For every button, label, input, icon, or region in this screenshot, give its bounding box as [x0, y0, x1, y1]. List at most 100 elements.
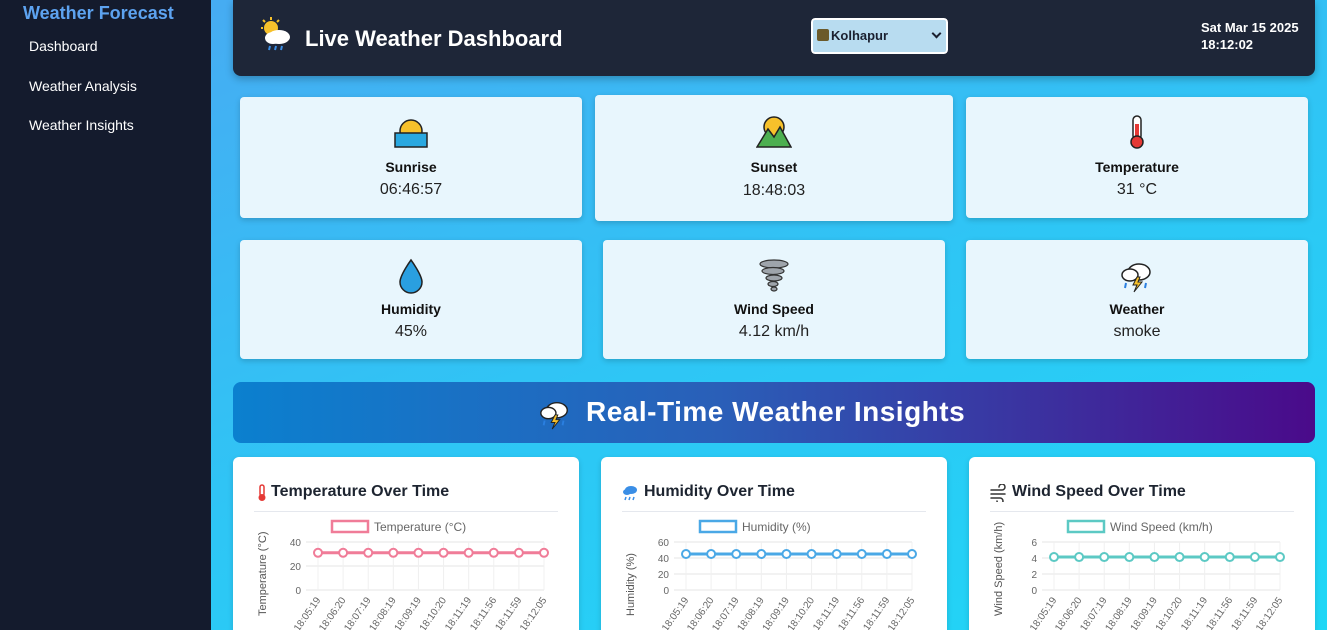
chevron-down-icon — [931, 28, 942, 39]
city-select-value: Kolhapur — [831, 28, 889, 43]
banner-title: Real-Time Weather Insights — [586, 396, 966, 427]
y-axis-label: Humidity (%) — [625, 553, 637, 616]
data-point — [488, 547, 499, 558]
sunrise-card: Sunrise 06:46:57 — [240, 97, 582, 218]
y-axis-label: Wind Speed (km/h) — [993, 522, 1005, 616]
data-point — [756, 549, 767, 559]
chart-title: Temperature Over Time — [271, 483, 450, 500]
legend-label: Wind Speed (km/h) — [1110, 520, 1213, 534]
sidebar: Weather Forecast Dashboard Weather Analy… — [0, 0, 211, 630]
data-point — [1149, 552, 1160, 563]
dashboard-header: Live Weather Dashboard Kolhapur Sat Mar … — [233, 0, 1315, 76]
chart-title: Wind Speed Over Time — [1012, 483, 1186, 500]
wind-speed-card: Wind Speed 4.12 km/h — [603, 240, 945, 359]
data-point — [907, 549, 917, 559]
data-point — [1224, 552, 1235, 563]
y-tick-label: 4 — [1031, 554, 1037, 565]
legend-swatch — [1066, 519, 1106, 534]
y-tick-label: 40 — [290, 538, 302, 549]
data-point — [806, 549, 817, 559]
data-point — [681, 549, 691, 559]
card-value: 45% — [394, 323, 428, 340]
data-point — [1174, 552, 1185, 563]
insights-banner: Real-Time Weather Insights — [233, 382, 1315, 443]
data-point — [539, 547, 549, 558]
data-point — [1249, 552, 1260, 563]
divider — [990, 511, 1294, 512]
card-value: smoke — [1113, 323, 1161, 340]
droplet-icon — [399, 258, 423, 294]
wind-icon — [990, 484, 1006, 502]
data-point — [363, 547, 374, 558]
card-value: 18:48:03 — [742, 182, 806, 199]
card-label: Sunrise — [385, 159, 437, 175]
card-value: 06:46:57 — [379, 181, 443, 198]
x-tick-label: 18:12:05 — [518, 595, 550, 630]
y-tick-label: 0 — [663, 586, 669, 597]
legend-label: Humidity (%) — [742, 520, 811, 534]
data-point — [1275, 552, 1285, 563]
data-point — [413, 547, 424, 558]
data-point — [438, 547, 449, 558]
tornado-icon — [759, 259, 789, 292]
city-select[interactable]: Kolhapur — [810, 17, 949, 55]
storm-cloud-icon — [1121, 263, 1151, 293]
sunrise-icon — [394, 119, 428, 148]
data-point — [338, 547, 349, 558]
card-label: Humidity — [381, 301, 441, 317]
humidity-chart-card: Humidity Over Time Humidity (%) Humidity … — [601, 457, 947, 630]
thermometer-icon — [1130, 115, 1144, 149]
card-label: Temperature — [1095, 159, 1179, 175]
data-point — [463, 547, 474, 558]
y-tick-label: 20 — [658, 570, 670, 581]
brand-title: Weather Forecast — [23, 3, 174, 23]
current-time: 18:12:02 — [1201, 37, 1254, 52]
x-tick-label: 18:12:05 — [886, 595, 918, 630]
data-point — [856, 549, 867, 559]
data-point — [881, 549, 892, 559]
legend-swatch — [698, 519, 738, 534]
x-tick-label: 18:12:05 — [1254, 595, 1286, 630]
chart-title: Humidity Over Time — [644, 483, 795, 500]
data-point — [1049, 552, 1059, 563]
card-label: Wind Speed — [734, 301, 814, 317]
data-point — [313, 547, 323, 558]
current-date: Sat Mar 15 2025 — [1201, 20, 1299, 35]
weather-card: Weather smoke — [966, 240, 1308, 359]
storm-cloud-icon — [540, 401, 568, 430]
data-point — [731, 549, 742, 559]
data-point — [1074, 552, 1085, 563]
card-value: 31 °C — [1116, 181, 1158, 198]
divider — [254, 511, 558, 512]
y-tick-label: 2 — [1031, 570, 1037, 581]
temperature-chart-card: Temperature Over Time Temperature (°C) Te… — [233, 457, 579, 630]
rain-cloud-icon — [623, 486, 637, 501]
temperature-card: Temperature 31 °C — [966, 97, 1308, 218]
data-point — [706, 549, 717, 559]
card-label: Weather — [1109, 301, 1165, 317]
humidity-chart: Humidity (%)Humidity (%) 020406018:05:191… — [625, 519, 918, 630]
y-tick-label: 60 — [658, 538, 670, 549]
data-point — [781, 549, 792, 559]
sidebar-item-weather-insights[interactable]: Weather Insights — [29, 117, 134, 133]
data-point — [1099, 552, 1110, 563]
data-point — [513, 547, 524, 558]
y-tick-label: 0 — [1031, 586, 1037, 597]
city-icon — [817, 29, 829, 41]
data-point — [1199, 552, 1210, 563]
y-axis-label: Temperature (°C) — [257, 532, 269, 616]
y-tick-label: 40 — [658, 554, 670, 565]
sidebar-item-weather-analysis[interactable]: Weather Analysis — [29, 78, 137, 94]
thermometer-icon — [258, 484, 266, 501]
sun-cloud-rain-icon — [261, 17, 290, 51]
temperature-chart: Temperature (°C) Temperature (°C) 0 20 40 18:… — [257, 519, 550, 630]
wind-chart-card: Wind Speed Over Time Wind Speed (km/h) Wi… — [969, 457, 1315, 630]
data-point — [1124, 552, 1135, 563]
card-value: 4.12 km/h — [738, 323, 810, 340]
sidebar-item-dashboard[interactable]: Dashboard — [29, 38, 98, 54]
datetime-display: Sat Mar 15 2025 18:12:02 — [1201, 19, 1299, 53]
y-tick-label: 0 — [295, 586, 301, 597]
sunset-card: Sunset 18:48:03 — [595, 95, 953, 221]
legend-swatch — [330, 519, 370, 534]
page-title: Live Weather Dashboard — [305, 26, 563, 51]
